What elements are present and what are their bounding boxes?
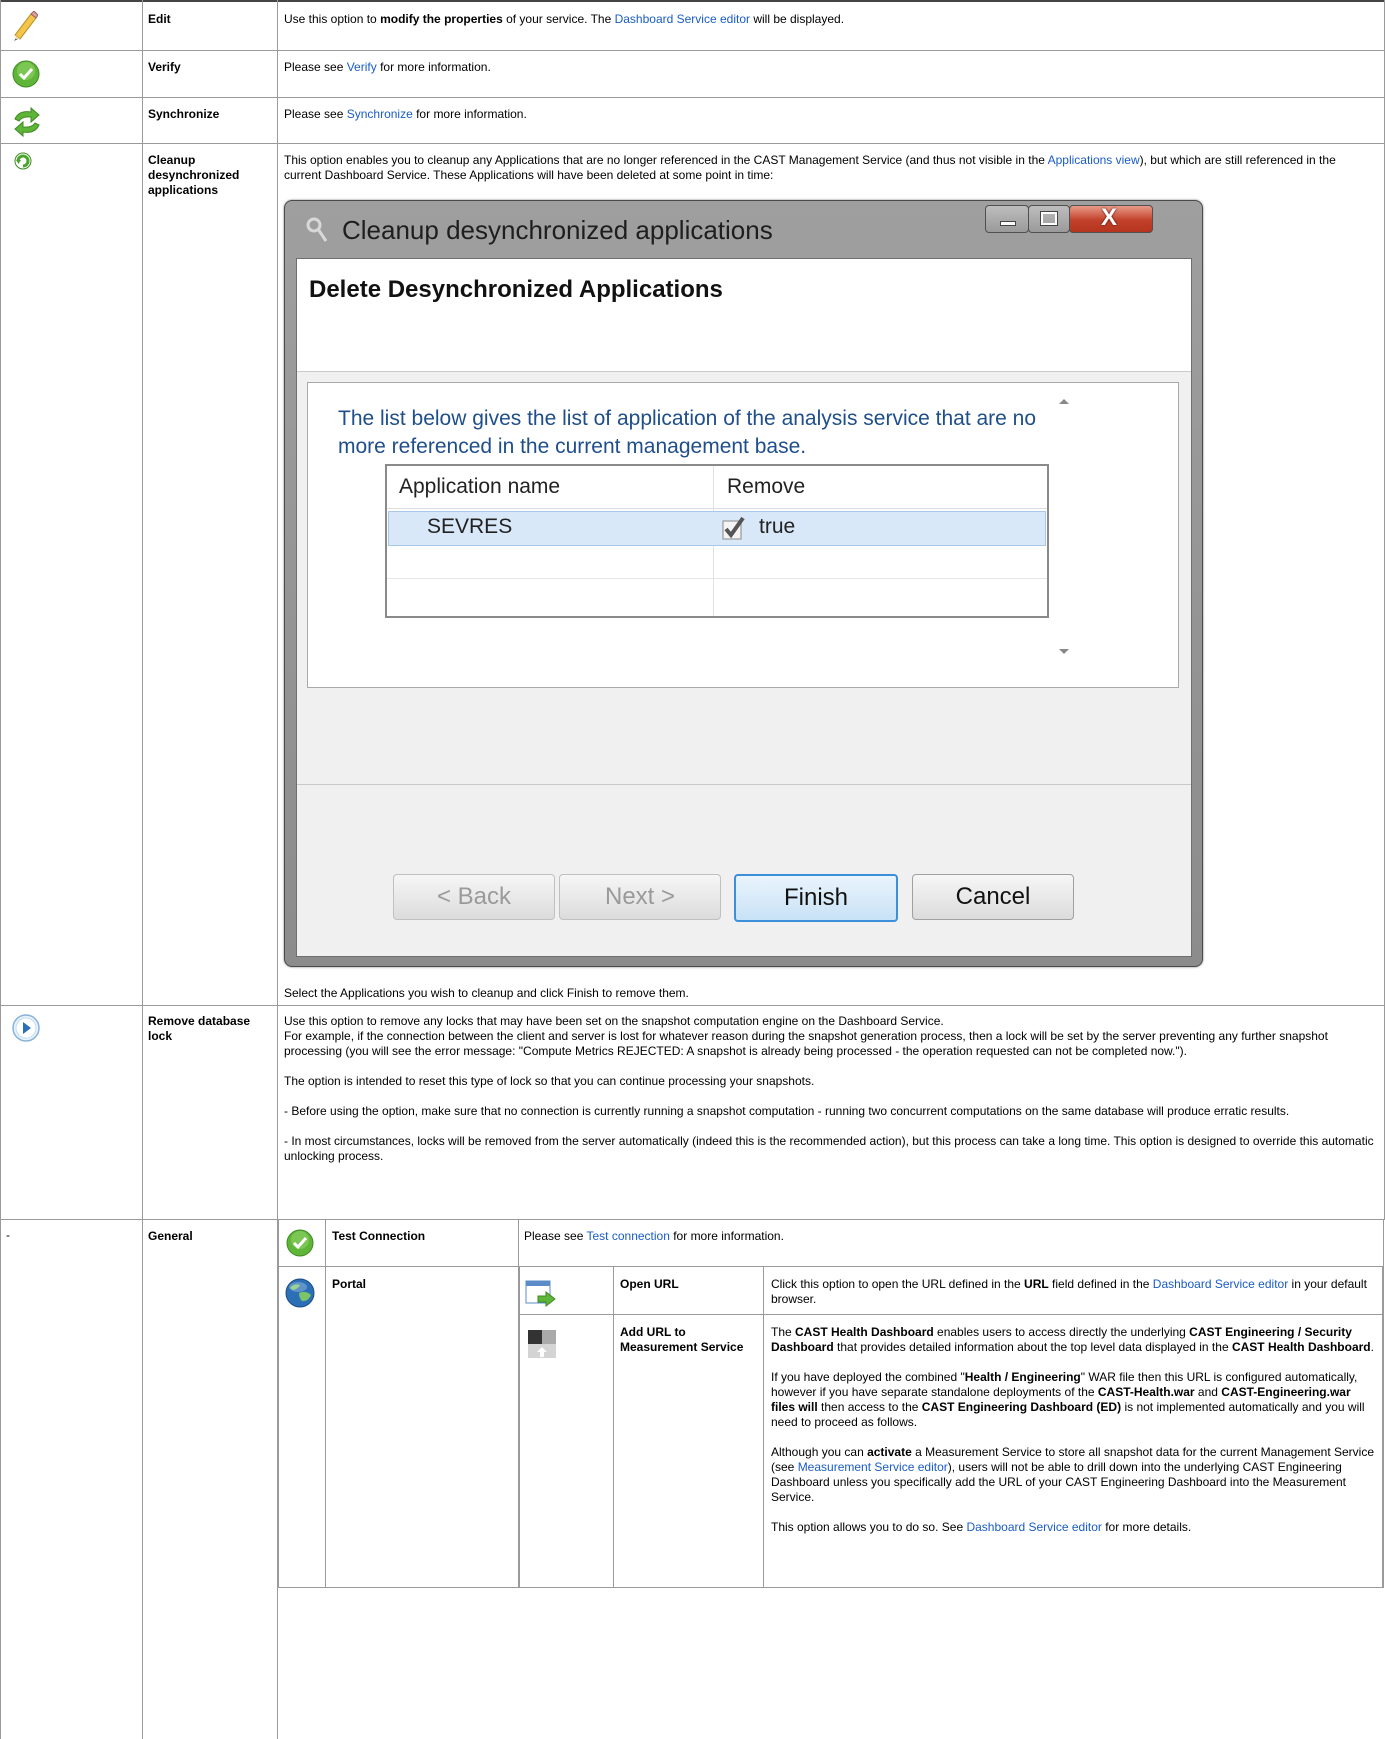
synchronize-link[interactable]: Synchronize: [347, 107, 413, 121]
remove-lock-p5: - In most circumstances, locks will be r…: [284, 1134, 1374, 1163]
add-url-icon: [528, 1330, 556, 1358]
add-url-p1: The CAST Health Dashboard enables users …: [771, 1325, 1374, 1354]
general-icon-placeholder: -: [6, 1228, 10, 1242]
check-circle-icon: [12, 60, 40, 88]
col-header-application-name[interactable]: Application name: [399, 475, 560, 499]
cleanup-dialog: Cleanup desynchronized applications X De…: [284, 200, 1203, 967]
arrow-circle-icon: [12, 1014, 40, 1042]
applications-view-link[interactable]: Applications view: [1048, 153, 1140, 167]
row-desc-cleanup: This option enables you to cleanup any A…: [284, 153, 1336, 182]
finish-button[interactable]: Finish: [734, 874, 898, 922]
cancel-button[interactable]: Cancel: [912, 874, 1074, 920]
cleanup-after-text: Select the Applications you wish to clea…: [284, 986, 689, 1000]
maximize-button[interactable]: [1028, 205, 1070, 233]
add-url-label: Add URL to Measurement Service: [620, 1325, 744, 1354]
dialog-body: Delete Desynchronized Applications The l…: [296, 258, 1192, 957]
wizard-description: The list below gives the list of applica…: [338, 407, 1037, 458]
wizard-header: Delete Desynchronized Applications: [297, 259, 1191, 372]
scroll-down-icon[interactable]: [1059, 649, 1069, 654]
test-connection-desc: Please see Test connection for more info…: [524, 1229, 784, 1243]
dashboard-service-editor-link[interactable]: Dashboard Service editor: [615, 12, 750, 26]
open-url-desc: Click this option to open the URL define…: [771, 1277, 1367, 1306]
row-label-general: General: [148, 1229, 193, 1243]
checkbox-checked-icon[interactable]: [721, 515, 747, 541]
dashboard-service-editor-link-2[interactable]: Dashboard Service editor: [1153, 1277, 1288, 1291]
open-url-label: Open URL: [620, 1277, 679, 1291]
back-button[interactable]: < Back: [393, 874, 555, 920]
sync-arrows-icon: [14, 106, 40, 138]
close-icon: X: [1101, 204, 1118, 231]
row-label-edit: Edit: [148, 12, 171, 26]
remove-lock-p3: The option is intended to reset this typ…: [284, 1074, 815, 1088]
app-window-icon: [306, 217, 328, 242]
add-url-desc: The CAST Health Dashboard enables users …: [771, 1325, 1377, 1535]
remove-lock-p2: For example, if the connection between t…: [284, 1029, 1328, 1058]
row-label-verify: Verify: [148, 60, 181, 74]
dialog-title: Cleanup desynchronized applications: [342, 215, 773, 245]
refresh-small-icon: [14, 152, 32, 170]
row-desc-edit: Use this option to modify the properties…: [284, 12, 845, 26]
minimize-button[interactable]: [985, 205, 1029, 233]
row-desc-synchronize: Please see Synchronize for more informat…: [284, 107, 527, 121]
remove-value-cell: true: [759, 515, 796, 538]
next-button[interactable]: Next >: [559, 874, 721, 920]
row-label-synchronize: Synchronize: [148, 107, 220, 121]
open-url-icon: [525, 1280, 556, 1308]
remove-lock-p4: - Before using the option, make sure tha…: [284, 1104, 1290, 1118]
grid-header: Application name Remove: [387, 466, 1047, 616]
verify-link[interactable]: Verify: [347, 60, 377, 74]
app-name-cell: SEVRES: [427, 515, 513, 538]
add-url-p3: Although you can activate a Measurement …: [771, 1445, 1375, 1504]
scroll-up-icon[interactable]: [1059, 399, 1069, 404]
row-label-remove-lock: Remove database lock: [148, 1014, 251, 1043]
wizard-heading: Delete Desynchronized Applications: [309, 276, 723, 303]
row-desc-verify: Please see Verify for more information.: [284, 60, 491, 74]
grid-row-empty: [387, 578, 1047, 579]
row-label-cleanup: Cleanup desynchronized applications: [148, 153, 240, 197]
remove-lock-p1: Use this option to remove any locks that…: [284, 1014, 944, 1028]
portal-label: Portal: [332, 1277, 367, 1291]
dashboard-service-editor-link-3[interactable]: Dashboard Service editor: [966, 1520, 1101, 1534]
wizard-content-panel: The list below gives the list of applica…: [307, 382, 1179, 688]
check-circle-icon: [286, 1229, 314, 1257]
wizard-separator: [297, 784, 1191, 785]
test-connection-link[interactable]: Test connection: [587, 1229, 670, 1243]
grid-row-selected[interactable]: SEVRES true: [388, 511, 1046, 546]
col-header-remove[interactable]: Remove: [727, 475, 805, 499]
test-connection-label: Test Connection: [332, 1229, 426, 1243]
pencil-icon: [14, 11, 38, 41]
row-desc-remove-lock: Use this option to remove any locks that…: [284, 1014, 1376, 1164]
add-url-p2: If you have deployed the combined "Healt…: [771, 1370, 1365, 1429]
measurement-service-editor-link[interactable]: Measurement Service editor: [798, 1460, 948, 1474]
page: { "rows": { "edit": {"label":"Edit","des…: [0, 0, 1385, 1739]
globe-icon: [285, 1278, 315, 1308]
content-scrollbar[interactable]: [1054, 393, 1074, 673]
applications-grid: Application name Remove SEVRES true: [385, 464, 1049, 618]
close-button[interactable]: X: [1069, 204, 1153, 233]
add-url-p4: This option allows you to do so. See Das…: [771, 1520, 1192, 1534]
